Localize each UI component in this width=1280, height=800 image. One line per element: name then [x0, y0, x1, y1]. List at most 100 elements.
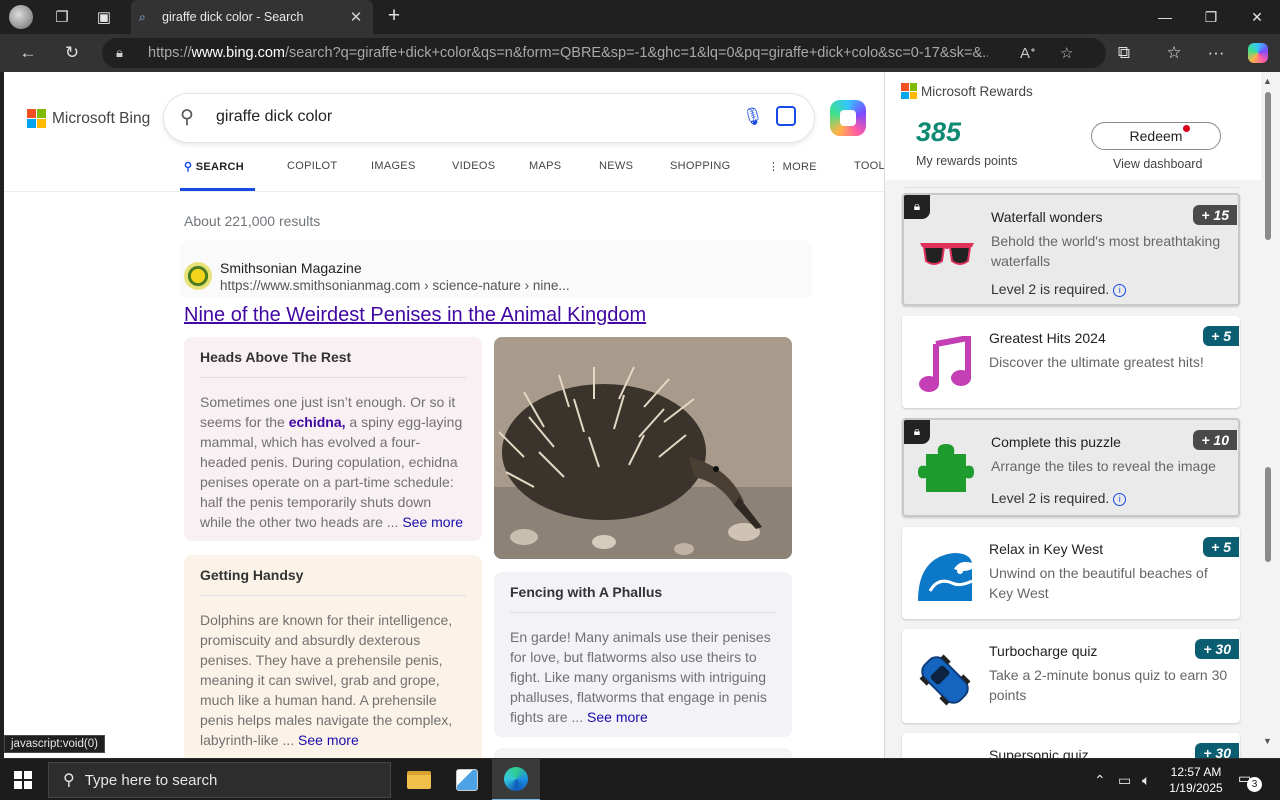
echidna-photo[interactable] [494, 337, 792, 559]
offer-description: Take a 2-minute bonus quiz to earn 30 po… [989, 667, 1228, 703]
microsoft-logo-icon [27, 109, 46, 128]
nav-divider [4, 191, 884, 192]
show-hidden-icons-chevron-icon[interactable]: ⌃ [1094, 759, 1106, 800]
paint-app[interactable] [443, 759, 491, 800]
refresh-button[interactable]: ↻ [58, 41, 86, 65]
active-tab[interactable]: ⌕ giraffe dick color - Search ✕ [131, 0, 373, 34]
search-query[interactable]: giraffe dick color [216, 108, 332, 126]
minimize-button[interactable]: — [1142, 0, 1188, 34]
rewards-header: Microsoft Rewards 385 My rewards points … [885, 72, 1261, 180]
extensions-icon[interactable]: ⧉ [1110, 41, 1138, 65]
echidna-illustration [494, 337, 792, 559]
clock-date: 1/19/2025 [1169, 781, 1223, 795]
edge-app[interactable] [492, 759, 540, 800]
bing-logo-text: Microsoft Bing [52, 109, 151, 127]
see-more-link[interactable]: See more [587, 709, 648, 725]
copilot-button[interactable] [830, 100, 866, 136]
workspaces-icon[interactable]: ❐ [48, 5, 76, 29]
offer-requirement: Level 2 is required. i [991, 281, 1127, 297]
notification-count-badge: 3 [1247, 777, 1262, 792]
offer-points-badge: + 5 [1203, 537, 1239, 557]
result-title-link[interactable]: Nine of the Weirdest Penises in the Anim… [184, 304, 646, 327]
see-more-link[interactable]: See more [402, 514, 463, 530]
result-card-fencing: Fencing with A Phallus En garde! Many an… [494, 572, 792, 737]
offer-card-turbocharge[interactable]: Turbocharge quiz Take a 2-minute bonus q… [902, 629, 1240, 723]
scroll-up-arrow-icon[interactable]: ▲ [1263, 76, 1272, 86]
scroll-down-arrow-icon[interactable]: ▼ [1263, 736, 1272, 746]
tab-maps[interactable]: MAPS [529, 160, 561, 172]
ocean-wave-icon [918, 553, 973, 601]
result-site-url[interactable]: https://www.smithsonianmag.com › science… [220, 278, 570, 293]
tab-copilot[interactable]: COPILOT [287, 160, 337, 172]
address-bar[interactable]: 🔒︎ https://www.bing.com/search?q=giraffe… [102, 38, 1106, 68]
new-tab-button[interactable]: + [382, 4, 406, 28]
view-dashboard-link[interactable]: View dashboard [1113, 157, 1202, 171]
rewards-title: Microsoft Rewards [921, 83, 1033, 99]
microphone-icon[interactable]: 🎙︎ [742, 107, 764, 127]
offer-card-supersonic[interactable]: Supersonic quiz + 30 [902, 733, 1240, 758]
offer-points-badge: + 30 [1195, 639, 1239, 659]
search-icon: ⚲ [180, 107, 194, 128]
offer-title: Supersonic quiz [989, 747, 1089, 758]
lock-icon[interactable]: 🔒︎ [116, 45, 136, 61]
scrollbar-thumb-secondary[interactable] [1265, 467, 1271, 562]
card-heading: Heads Above The Rest [200, 349, 466, 378]
volume-muted-icon[interactable]: 🔈︎ [1142, 759, 1150, 800]
file-explorer-app[interactable] [395, 759, 443, 800]
link-status-bar: javascript:void(0) [4, 735, 105, 753]
more-options-icon[interactable]: ··· [1202, 41, 1230, 65]
offer-title: Complete this puzzle [991, 434, 1121, 450]
network-icon[interactable]: ▭ [1118, 759, 1131, 800]
card-text: Dolphins are known for their intelligenc… [200, 612, 453, 748]
tab-tools[interactable]: TOOLS [854, 160, 884, 172]
restore-button[interactable]: ❐ [1188, 0, 1234, 34]
tab-shopping[interactable]: SHOPPING [670, 160, 730, 172]
info-icon[interactable]: i [1113, 283, 1127, 297]
puzzle-piece-icon [918, 444, 974, 492]
scrollbar-thumb[interactable] [1265, 92, 1271, 240]
tab-more[interactable]: ⋮ MORE [768, 160, 817, 173]
music-note-icon [919, 336, 971, 392]
rewards-points-label: My rewards points [916, 154, 1018, 168]
smithsonian-favicon-icon[interactable] [184, 262, 212, 290]
result-site-name[interactable]: Smithsonian Magazine [220, 260, 362, 276]
tab-videos[interactable]: VIDEOS [452, 160, 495, 172]
redeem-button[interactable]: Redeem [1091, 122, 1221, 150]
offer-card-puzzle[interactable]: 🔒︎ Complete this puzzle Arrange the tile… [902, 418, 1240, 517]
offer-title: Greatest Hits 2024 [989, 330, 1106, 346]
tab-actions-icon[interactable]: ▣ [90, 5, 118, 29]
visual-search-icon[interactable] [776, 106, 796, 126]
close-tab-icon[interactable]: ✕ [347, 8, 365, 26]
offer-card-key-west[interactable]: Relax in Key West Unwind on the beautifu… [902, 527, 1240, 619]
search-box[interactable]: ⚲ giraffe dick color 🎙︎ [164, 94, 814, 142]
tab-images[interactable]: IMAGES [371, 160, 416, 172]
paint-icon [456, 769, 478, 791]
start-button[interactable] [14, 771, 32, 789]
back-button[interactable]: ← [14, 41, 42, 65]
profile-avatar[interactable] [9, 5, 33, 29]
race-car-icon [919, 654, 971, 706]
tab-news[interactable]: NEWS [599, 160, 633, 172]
card-heading: Fencing with A Phallus [510, 584, 776, 613]
taskbar-clock[interactable]: 12:57 AM 1/19/2025 [1162, 764, 1230, 796]
copilot-sidebar-icon[interactable] [1244, 41, 1272, 65]
favorites-icon[interactable]: ☆ [1160, 41, 1188, 65]
offer-points-badge: + 10 [1193, 430, 1237, 450]
offer-description: Arrange the tiles to reveal the image [991, 458, 1216, 474]
offer-card-greatest-hits[interactable]: Greatest Hits 2024 Discover the ultimate… [902, 316, 1240, 408]
favorite-star-icon[interactable]: ☆ [1060, 44, 1073, 62]
close-window-button[interactable]: ✕ [1234, 0, 1280, 34]
bing-logo[interactable]: Microsoft Bing [27, 109, 150, 128]
read-aloud-icon[interactable]: Aᐩ [1020, 44, 1036, 62]
search-results-page: Microsoft Bing ⚲ giraffe dick color 🎙︎ ⚲… [4, 72, 884, 758]
info-icon[interactable]: i [1113, 492, 1127, 506]
taskbar-search-box[interactable]: ⚲ Type here to search [48, 762, 391, 798]
offer-card-waterfall[interactable]: 🔒︎ Waterfall wonders Behold the world's … [902, 193, 1240, 306]
notification-center-icon[interactable]: ▭ 3 [1238, 770, 1262, 792]
rewards-scrollbar[interactable]: ▲ ▼ [1261, 72, 1280, 758]
sunglasses-icon [920, 243, 974, 265]
tab-search[interactable]: ⚲ SEARCH [184, 160, 244, 173]
see-more-link[interactable]: See more [298, 732, 359, 748]
search-favicon-icon: ⌕ [139, 10, 146, 24]
offer-description: Unwind on the beautiful beaches of Key W… [989, 565, 1208, 601]
